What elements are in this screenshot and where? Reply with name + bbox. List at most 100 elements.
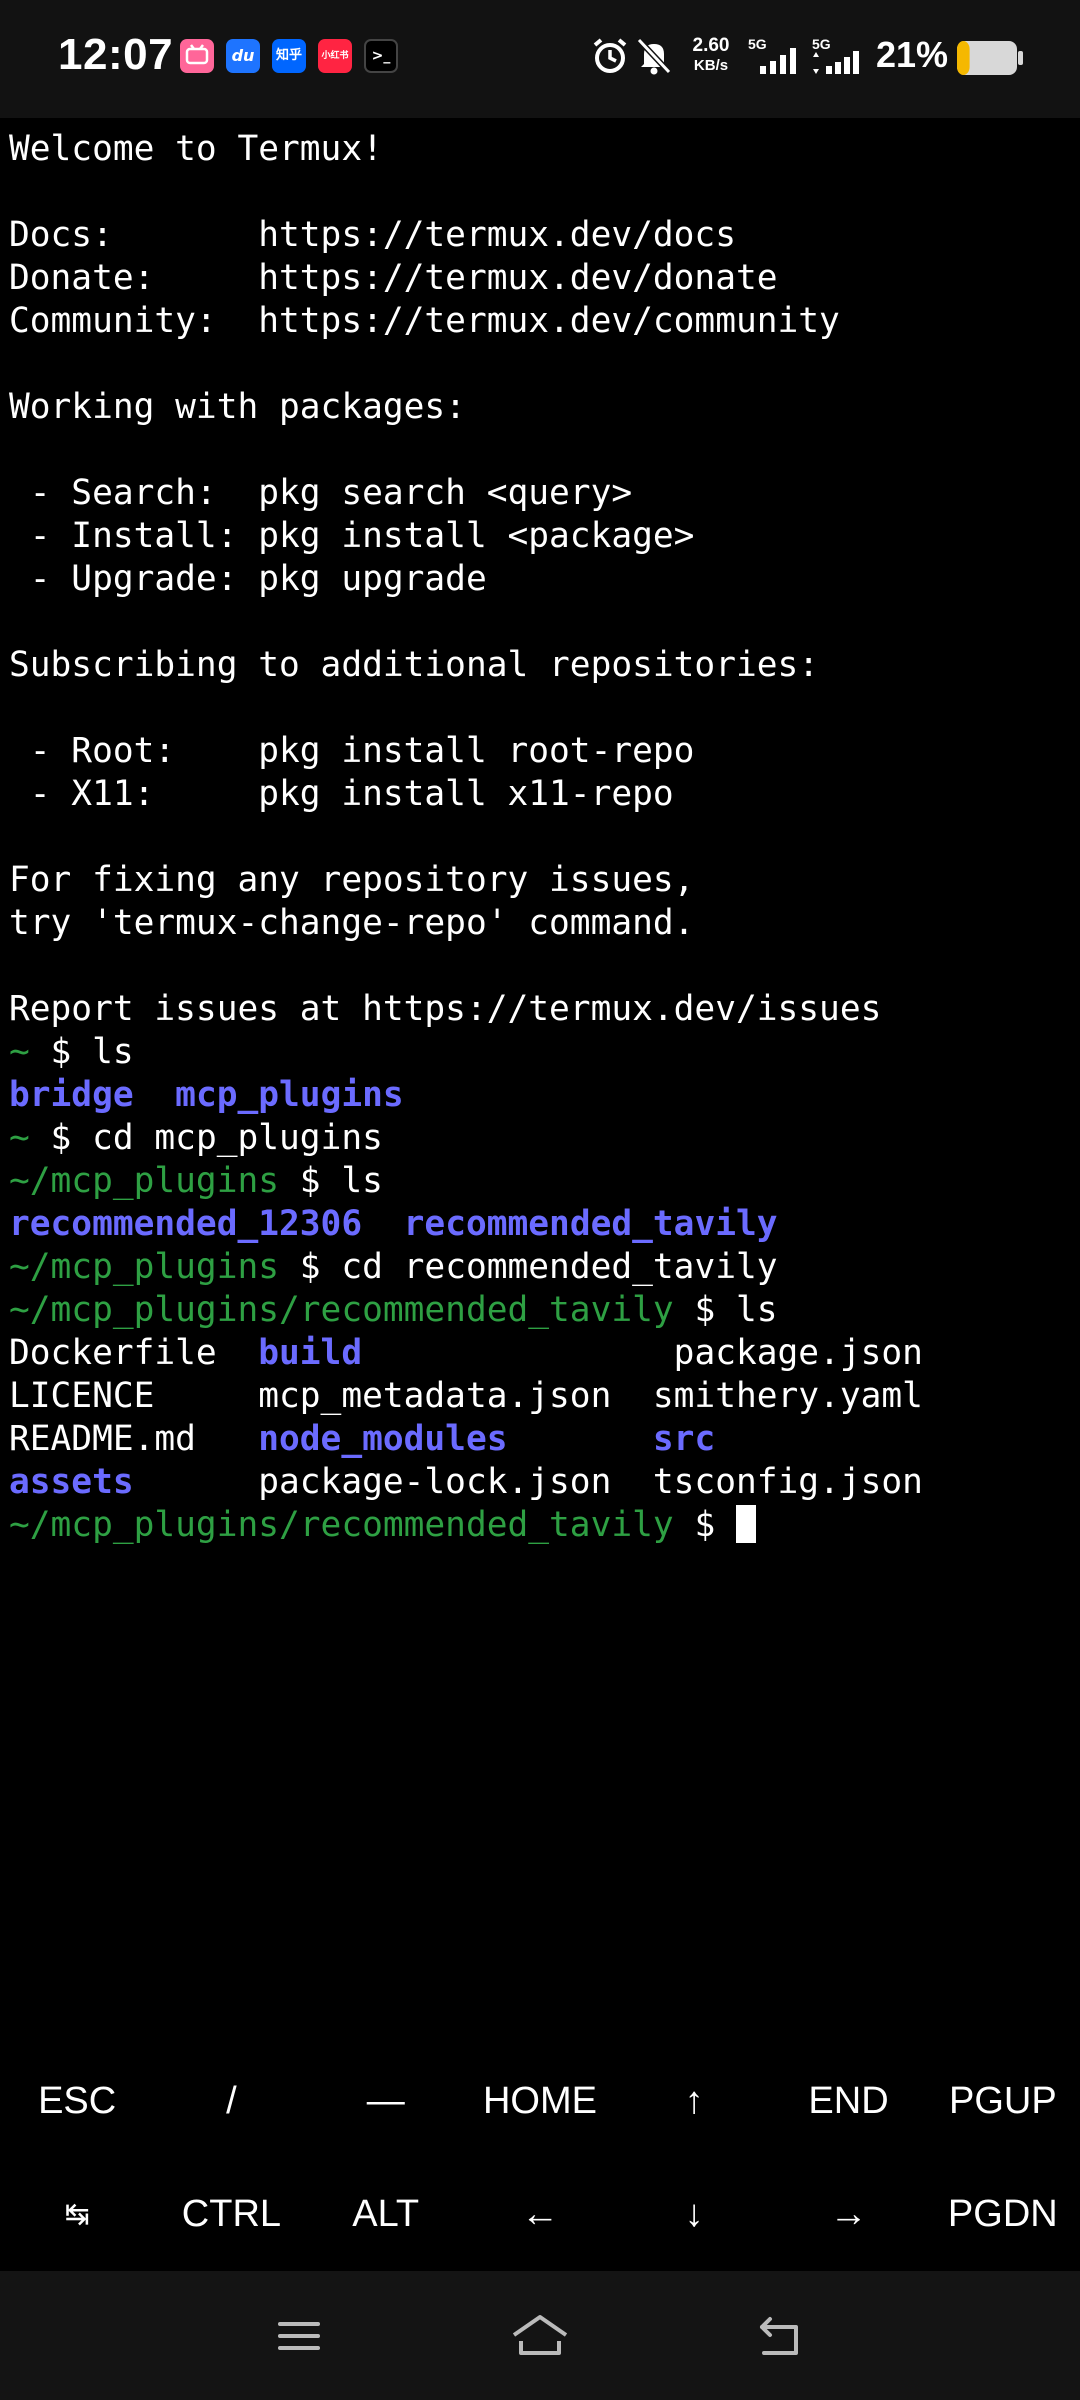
back-icon[interactable] [756,2311,806,2361]
terminal-text: $ ls [673,1290,778,1330]
network-speed-value: 2.60 [692,35,730,56]
terminal-text: $ ls [29,1032,134,1072]
terminal-line: - Upgrade: pkg upgrade [9,558,1075,601]
terminal-text: package.json [362,1333,923,1373]
terminal-line: Donate: https://termux.dev/donate [9,257,1075,300]
terminal-line: recommended_12306 recommended_tavily [9,1203,1075,1246]
terminal-text: $ cd recommended_tavily [279,1247,778,1287]
ctrl-key[interactable]: CTRL [154,2158,308,2271]
directory-entry: src [652,1419,716,1459]
terminal-line: Report issues at https://termux.dev/issu… [9,988,1075,1031]
xiaohongshu-app-icon: 小红书 [318,39,352,73]
directory-entry: node_modules [258,1419,508,1459]
directory-entry: recommended_12306 [9,1204,363,1244]
home-key[interactable]: HOME [463,2045,617,2158]
terminal-text: README.md [9,1419,259,1459]
terminal-text: package-lock.json tsconfig.json [133,1462,923,1502]
esc-key[interactable]: ESC [0,2045,154,2158]
terminal-text: Report issues at https://termux.dev/issu… [9,989,882,1029]
end-key[interactable]: END [771,2045,925,2158]
terminal-text: - Install: pkg install <package> [9,516,695,556]
bell-off-icon [636,37,672,75]
directory-entry: assets [9,1462,134,1502]
down-arrow-key[interactable]: ↓ [617,2158,771,2271]
extra-keys-bar: ESC / — HOME ↑ END PGUP ↹ CTRL ALT ← ↓ → PGDN [0,2045,1080,2271]
terminal-line: Docs: https://termux.dev/docs [9,214,1075,257]
battery-icon [957,41,1023,75]
alarm-icon [593,38,627,73]
home-icon[interactable] [510,2311,570,2361]
extra-keys-row-2: ↹ CTRL ALT ← ↓ → PGDN [0,2158,1080,2271]
terminal-line: ~/mcp_plugins $ cd recommended_tavily [9,1246,1075,1289]
terminal-text: Community: https://termux.dev/community [9,301,840,341]
terminal-text: - Search: pkg search <query> [9,473,633,513]
terminal-line: ~/mcp_plugins/recommended_tavily $ [9,1504,1075,1547]
terminal-line: LICENCE mcp_metadata.json smithery.yaml [9,1375,1075,1418]
menu-icon[interactable] [274,2311,324,2361]
network-speed-unit: KB/s [693,57,729,74]
zhihu-app-icon: 知乎 [272,39,306,73]
terminal-text: $ cd mcp_plugins [29,1118,383,1158]
terminal-line: Dockerfile build package.json [9,1332,1075,1375]
terminal-line: Welcome to Termux! [9,128,1075,171]
tab-key[interactable]: ↹ [0,2158,154,2271]
navigation-bar [0,2271,1080,2400]
terminal-line: ~ $ ls [9,1031,1075,1074]
terminal-output[interactable]: Welcome to Termux! Docs: https://termux.d… [9,128,1075,1547]
pgdn-key[interactable]: PGDN [926,2158,1080,2271]
terminal-text: $ ls [279,1161,383,1201]
directory-entry: bridge [9,1075,134,1115]
terminal-text: Donate: https://termux.dev/donate [9,258,778,298]
terminal-cursor [735,1505,756,1543]
prompt-path: ~/mcp_plugins/recommended_tavily [9,1505,674,1545]
terminal-line: For fixing any repository issues, [9,859,1075,902]
terminal-line: ~/mcp_plugins $ ls [9,1160,1075,1203]
terminal-line: bridge mcp_plugins [9,1074,1075,1117]
terminal-line: ~/mcp_plugins/recommended_tavily $ ls [9,1289,1075,1332]
up-arrow-key[interactable]: ↑ [617,2045,771,2158]
prompt-path: ~/mcp_plugins [9,1247,280,1287]
dash-key[interactable]: — [309,2045,463,2158]
terminal-text: LICENCE mcp_metadata.json smithery.yaml [9,1376,923,1416]
terminal-line: - Root: pkg install root-repo [9,730,1075,773]
terminal-line: - Install: pkg install <package> [9,515,1075,558]
terminal-line: - X11: pkg install x11-repo [9,773,1075,816]
signal-strength-icon [813,51,859,74]
slash-key[interactable]: / [154,2045,308,2158]
terminal-text: $ [673,1505,736,1545]
terminal-line: - Search: pkg search <query> [9,472,1075,515]
terminal-text: - X11: pkg install x11-repo [9,774,674,814]
left-arrow-key[interactable]: ← [463,2158,617,2271]
directory-entry: recommended_tavily [403,1204,778,1244]
terminal-text: Welcome to Termux! [9,129,383,169]
status-bar: 12:07 du 知乎 小红书 >_ 2.60 KB/s 5G 5G 21% [0,0,1080,118]
terminal-text: Docs: https://termux.dev/docs [9,215,736,255]
terminal-line: Community: https://termux.dev/community [9,300,1075,343]
terminal-text: Subscribing to additional repositories: [9,645,820,685]
terminal-line: assets package-lock.json tsconfig.json [9,1461,1075,1504]
du-app-icon: du [226,39,260,73]
terminal-line: ~ $ cd mcp_plugins [9,1117,1075,1160]
extra-keys-row-1: ESC / — HOME ↑ END PGUP [0,2045,1080,2158]
terminal-line: Working with packages: [9,386,1075,429]
alt-key[interactable]: ALT [309,2158,463,2271]
terminal-text: - Upgrade: pkg upgrade [9,559,487,599]
status-time: 12:07 [58,30,174,79]
prompt-path: ~/mcp_plugins/recommended_tavily [9,1290,674,1330]
battery-percent: 21% [876,34,949,75]
right-arrow-key[interactable]: → [771,2158,925,2271]
network-speed: 2.60 KB/s [684,36,738,76]
terminal-text: - Root: pkg install root-repo [9,731,695,771]
terminal-line: try 'termux-change-repo' command. [9,902,1075,945]
terminal-line: README.md node_modules src [9,1418,1075,1461]
pgup-key[interactable]: PGUP [926,2045,1080,2158]
